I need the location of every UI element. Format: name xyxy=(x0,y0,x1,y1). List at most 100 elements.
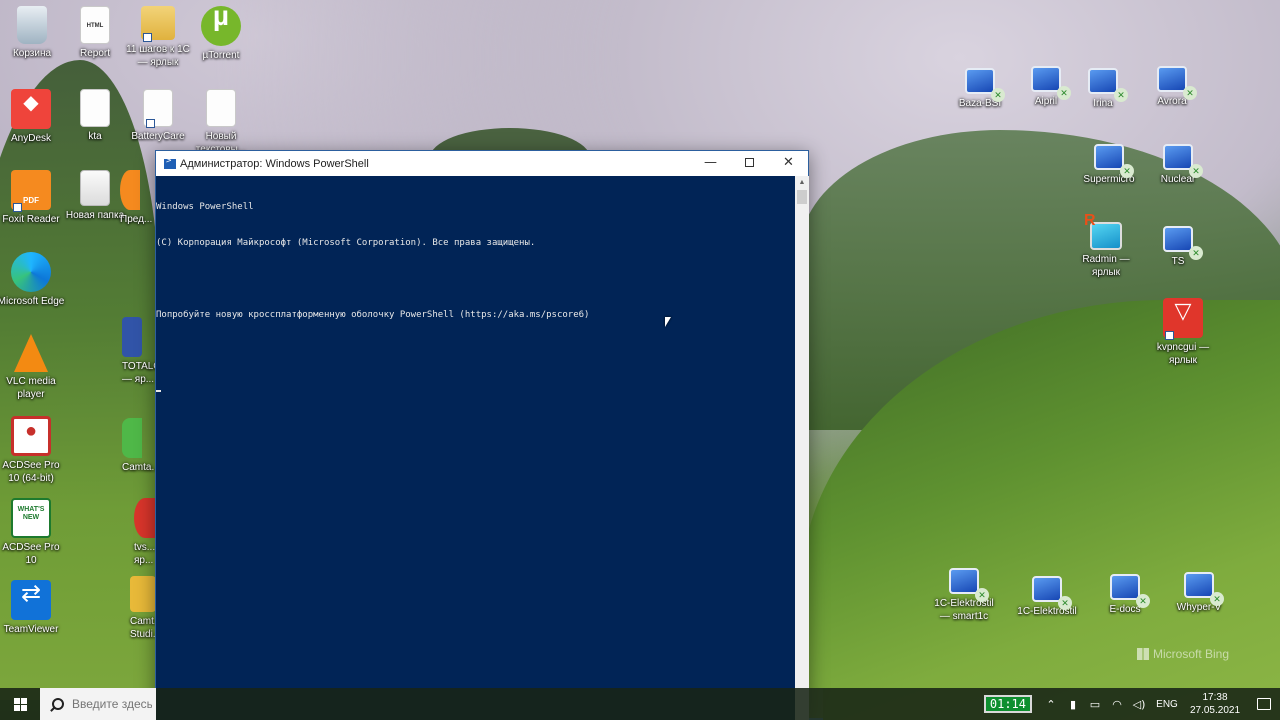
console-output[interactable]: Windows PowerShell (C) Корпорация Майкро… xyxy=(156,176,795,720)
desktop-icon-e-docs[interactable]: E-docs xyxy=(1090,568,1160,616)
folder-icon xyxy=(141,6,175,42)
minimize-button[interactable]: — xyxy=(691,151,730,176)
vlc-icon xyxy=(14,334,48,372)
desktop-icon-total-commander[interactable]: TOTALC... — яр... xyxy=(122,317,169,386)
desktop-icon-batterycare[interactable]: BatteryCare xyxy=(123,89,193,143)
mouse-pointer-icon xyxy=(665,317,671,327)
desktop-icon-label: 1C-Elektrostil — smart1c xyxy=(934,598,994,622)
desktop-icon-avrora[interactable]: Avrora xyxy=(1137,60,1207,108)
desktop-icon-label: ACDSee Pro 10 (64-bit) xyxy=(2,460,60,484)
window-title: Администратор: Windows PowerShell xyxy=(180,157,369,170)
powershell-titlebar[interactable]: Администратор: Windows PowerShell — ✕ xyxy=(156,151,808,176)
remote-desktop-icon xyxy=(1031,66,1071,100)
desktop-icon-kvpncgui[interactable]: kvpncgui — ярлык xyxy=(1148,298,1218,367)
desktop-icon-tvs[interactable]: tvs... яр... xyxy=(134,498,156,567)
desktop-icon-recycle-bin[interactable]: Корзина xyxy=(0,6,67,60)
desktop-icon-report[interactable]: Report xyxy=(60,6,130,60)
desktop-icon-acdsee-whats-new[interactable]: ACDSee Pro 10 xyxy=(0,498,66,567)
remote-desktop-icon xyxy=(1184,572,1224,606)
desktop-icon-label: Avrora xyxy=(1157,96,1187,107)
desktop-icon-new-text[interactable]: Новый текстовы... xyxy=(186,89,256,156)
console-line: (C) Корпорация Майкрософт (Microsoft Cor… xyxy=(156,238,536,248)
clock[interactable]: 17:38 27.05.2021 xyxy=(1184,691,1246,717)
taskbar-search[interactable] xyxy=(40,688,156,720)
anydesk-icon xyxy=(11,89,51,129)
desktop-icon-label: TOTALC... — яр... xyxy=(122,361,169,385)
camtasia-icon xyxy=(122,418,142,458)
desktop-icon-partial-pred[interactable]: Пред... xyxy=(120,170,156,226)
desktop-icon-label: kta xyxy=(88,131,102,142)
desktop-icon-label: Пред... xyxy=(120,214,153,225)
microphone-icon[interactable]: ▮ xyxy=(1062,698,1084,711)
recording-timer: 01:14 xyxy=(983,695,1032,713)
desktop-icon-label: kvpncgui — ярлык xyxy=(1156,342,1210,366)
desktop-icon-radmin[interactable]: Radmin — ярлык xyxy=(1071,214,1141,279)
desktop-icon-kta[interactable]: kta xyxy=(60,89,130,143)
desktop-icon-supermicro[interactable]: Supermicro xyxy=(1074,138,1144,186)
console-line: Windows PowerShell xyxy=(156,202,254,212)
search-icon xyxy=(52,698,64,710)
desktop-icon-ts[interactable]: TS xyxy=(1143,220,1213,268)
remote-desktop-icon xyxy=(965,68,1005,102)
recycle-bin-icon xyxy=(17,6,47,44)
desktop-icon-1c-elektrostil-smart[interactable]: 1C-Elektrostil — smart1c xyxy=(929,562,999,623)
desktop-icon-foxit[interactable]: Foxit Reader xyxy=(0,170,66,226)
wifi-icon[interactable]: ◠ xyxy=(1106,698,1128,711)
desktop-icon-acdsee[interactable]: ACDSee Pro 10 (64-bit) xyxy=(0,416,66,485)
desktop-icon-utorrent[interactable]: µTorrent xyxy=(186,6,256,62)
desktop-icon-label: Microsoft Edge xyxy=(0,296,65,307)
desktop-icon-label: Nuclear xyxy=(1160,174,1196,185)
clock-time: 17:38 xyxy=(1202,692,1228,703)
desktop-icon-nuclear[interactable]: Nuclear xyxy=(1143,138,1213,186)
edge-icon xyxy=(11,252,51,292)
remote-desktop-icon xyxy=(1088,68,1128,102)
desktop-icon-1c-elektrostil[interactable]: 1C-Elektrostil xyxy=(1012,570,1082,618)
scroll-up-arrow-icon[interactable]: ▲ xyxy=(795,176,809,190)
total-commander-icon xyxy=(122,317,142,357)
desktop-icon-label: tvs... яр... xyxy=(134,542,156,566)
remote-desktop-icon xyxy=(1094,144,1134,178)
tvs-icon xyxy=(134,498,156,538)
desktop-icon-anydesk[interactable]: AnyDesk xyxy=(0,89,66,145)
desktop-icon-baza-bsi[interactable]: Baza-BSI xyxy=(945,62,1015,110)
desktop-icon-irina[interactable]: Irina xyxy=(1068,62,1138,110)
desktop-icon-label: Report xyxy=(79,48,110,59)
desktop-icon-label: VLC media player xyxy=(6,376,56,400)
desktop-icon-label: Baza-BSI xyxy=(958,98,1002,109)
desktop-icon-vlc[interactable]: VLC media player xyxy=(0,334,66,401)
battery-icon[interactable]: ▭ xyxy=(1084,698,1106,711)
notification-center-icon[interactable] xyxy=(1246,688,1280,720)
chevron-up-icon[interactable]: ⌃ xyxy=(1040,698,1062,711)
powershell-window[interactable]: Администратор: Windows PowerShell — ✕ Wi… xyxy=(155,150,809,720)
maximize-button[interactable] xyxy=(730,151,769,176)
remote-desktop-icon xyxy=(1110,574,1150,608)
taskbar: 01:14 ⌃ ▮ ▭ ◠ ◁) ENG 17:38 27.05.2021 xyxy=(0,688,1280,720)
scrollbar-thumb[interactable] xyxy=(797,190,807,204)
desktop-icon-whyper-v[interactable]: Whyper-V xyxy=(1164,566,1234,614)
desktop-icon-label: Irina xyxy=(1093,98,1113,109)
language-indicator[interactable]: ENG xyxy=(1150,699,1184,710)
maximize-icon xyxy=(745,158,754,167)
desktop-icon-label: Camta... xyxy=(122,462,160,473)
desktop-icon-edge[interactable]: Microsoft Edge xyxy=(0,252,66,308)
desktop-icon-label: AnyDesk xyxy=(10,133,51,144)
close-button[interactable]: ✕ xyxy=(769,151,808,176)
acdsee-whats-new-icon xyxy=(11,498,51,538)
vertical-scrollbar[interactable]: ▲ xyxy=(795,176,809,720)
camtasia-studio-icon xyxy=(130,576,156,612)
remote-desktop-icon xyxy=(1163,226,1203,260)
desktop-icon-camtasia-studio[interactable]: Camt... Studi... xyxy=(130,576,162,641)
desktop-icon-label: 1C-Elektrostil xyxy=(1017,606,1077,617)
desktop-icon-teamviewer[interactable]: TeamViewer xyxy=(0,580,66,636)
start-button[interactable] xyxy=(0,688,40,720)
desktop-icon-label: Foxit Reader xyxy=(2,214,60,225)
desktop-icon-label: TS xyxy=(1171,256,1185,267)
volume-icon[interactable]: ◁) xyxy=(1128,698,1150,711)
console-prompt[interactable] xyxy=(156,381,795,393)
search-input[interactable] xyxy=(72,697,152,711)
desktop-icon-11-steps[interactable]: 11 шагов к 1С — ярлык xyxy=(123,6,193,69)
desktop-icon-camtasia[interactable]: Camta... xyxy=(122,418,160,474)
bing-watermark: Microsoft Bing xyxy=(1137,647,1229,661)
